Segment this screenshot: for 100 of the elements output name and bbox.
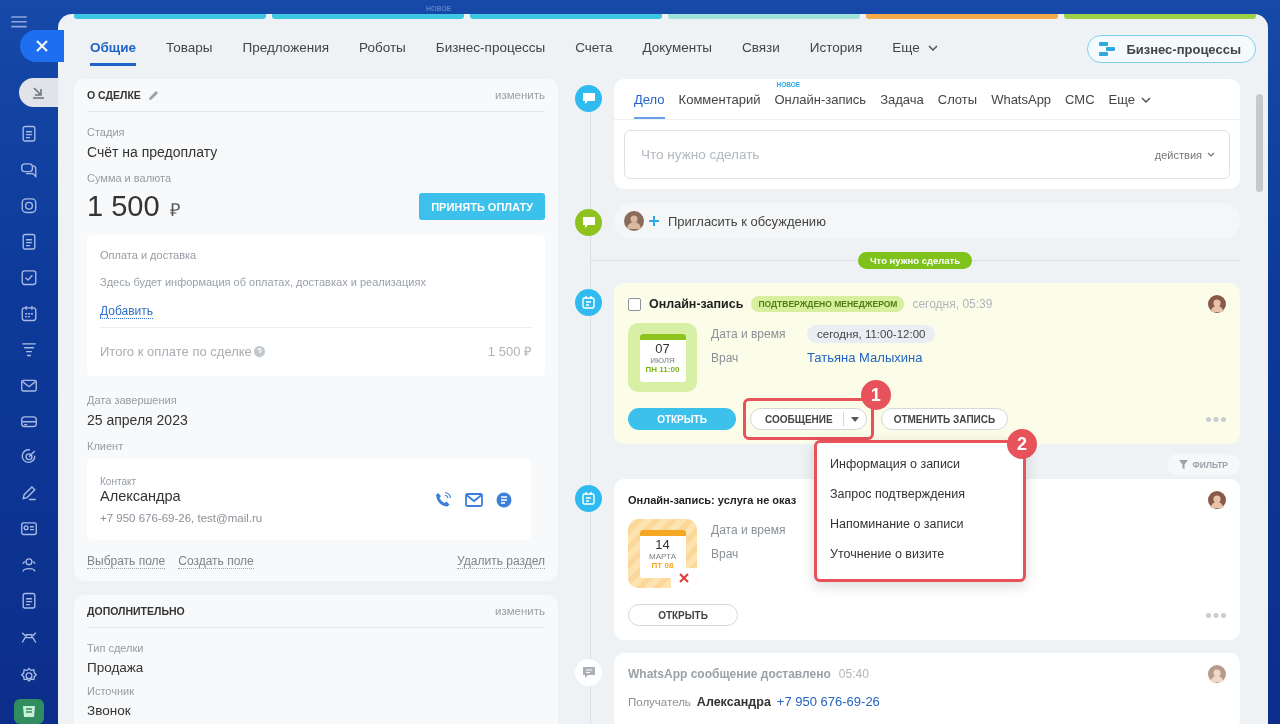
document-icon[interactable] <box>20 232 38 251</box>
phone-link[interactable]: +7 950 676-69-26 <box>776 694 880 709</box>
cancel-booking-button[interactable]: ОТМЕНИТЬ ЗАПИСЬ <box>880 408 1009 430</box>
app-icon[interactable] <box>14 698 44 724</box>
calendar-icon <box>575 289 602 316</box>
calendar-icon[interactable] <box>20 304 38 323</box>
tab[interactable]: Предложения <box>242 32 330 66</box>
field-link[interactable]: Создать поле <box>178 554 254 569</box>
caret-icon <box>850 416 859 422</box>
field-label: Тип сделки <box>87 642 145 654</box>
activity-time: 05:40 <box>838 667 869 681</box>
field-value: 25 апреля 2023 <box>87 412 189 428</box>
target-icon[interactable] <box>20 448 38 466</box>
calendar-month: МАРТА <box>648 551 677 561</box>
envelope-icon[interactable] <box>465 493 483 507</box>
tab[interactable]: История <box>809 32 863 66</box>
total-label: Итого к оплате по сделке <box>100 343 252 359</box>
menu-icon[interactable] <box>11 16 27 28</box>
status-badge: ПОДТВЕРЖДЕНО МЕНЕДЖЕРОМ <box>751 296 905 312</box>
avatar <box>1208 665 1226 683</box>
tab[interactable]: СМС <box>1065 79 1095 119</box>
menu-item[interactable]: Напоминание о записи <box>817 509 1023 539</box>
step-badge: 1 <box>860 380 891 410</box>
phone-icon[interactable] <box>434 491 452 509</box>
contact-icon[interactable] <box>20 520 38 538</box>
tab[interactable]: Слоты <box>937 79 978 119</box>
tab[interactable]: Задача <box>880 79 924 119</box>
field-label: Врач <box>711 546 740 561</box>
close-icon <box>36 40 48 52</box>
more-tab[interactable]: Еще <box>1108 79 1152 119</box>
chat-icon <box>575 209 602 236</box>
contact-name[interactable]: Александра <box>100 488 263 504</box>
field-label: Получатель <box>628 695 691 708</box>
step-badge: 2 <box>1007 429 1037 459</box>
scrollbar[interactable] <box>1256 94 1263 192</box>
document-icon[interactable] <box>20 592 38 610</box>
pencil-icon[interactable] <box>20 484 38 502</box>
field-value: Продажа <box>87 660 145 675</box>
tab[interactable]: Документы <box>642 32 713 66</box>
actions-dropdown[interactable]: действия <box>1154 148 1215 161</box>
funnel-icon[interactable] <box>20 340 38 359</box>
tab[interactable]: Связи <box>742 32 780 66</box>
caret-icon <box>1141 96 1152 103</box>
more-tab[interactable]: Еще <box>892 32 938 66</box>
avatar <box>1208 295 1226 313</box>
tab[interactable]: Дело <box>634 79 665 119</box>
tab[interactable]: WhatsApp <box>991 79 1052 119</box>
avatar <box>1208 491 1226 509</box>
arrow-icon <box>31 85 45 100</box>
doctor-link[interactable]: Татьяна Малыхина <box>807 350 923 365</box>
field-link[interactable]: Выбрать поле <box>87 554 166 569</box>
message-icon <box>575 659 602 686</box>
camera-icon[interactable] <box>20 197 38 215</box>
message-button[interactable]: СООБЩЕНИЕ <box>750 408 867 430</box>
activity-title: Онлайн-запись: услуга не оказ <box>628 494 797 506</box>
tab[interactable]: Бизнес-процессы <box>435 32 546 66</box>
people-icon[interactable] <box>20 556 38 574</box>
tab[interactable]: Комментарий <box>678 79 761 119</box>
tab[interactable]: Роботы <box>359 32 406 66</box>
document-icon[interactable] <box>20 125 38 143</box>
delete-section-link[interactable]: Удалить раздел <box>457 554 545 569</box>
collapse-button[interactable] <box>19 77 59 107</box>
calendar-day: 07 <box>639 340 686 356</box>
calendar-time: ПТ 08 <box>650 560 675 570</box>
panel-title: Оплата и доставка <box>100 249 198 261</box>
funnel-icon <box>1178 460 1188 469</box>
field-label: Дата завершения <box>87 394 178 406</box>
calendar-icon <box>575 485 602 512</box>
currency: ₽ <box>169 199 180 221</box>
invite-text: Пригласить к обсуждению <box>668 213 826 229</box>
menu-item[interactable]: Уточнение о визите <box>817 539 1023 569</box>
field-label: Клиент <box>87 440 125 452</box>
tab[interactable]: Товары <box>166 32 213 66</box>
menu-item[interactable]: Запрос подтверждения <box>817 479 1023 509</box>
close-button[interactable] <box>20 30 64 62</box>
flowchart-icon <box>1098 41 1117 57</box>
recipient-name: Александра <box>696 694 771 709</box>
amount: 1 500 <box>87 190 160 223</box>
checkbox[interactable] <box>628 297 641 311</box>
add-link[interactable]: Добавить <box>100 304 154 319</box>
invite-bar[interactable]: Пригласить к обсуждению <box>614 203 1240 239</box>
field-label: Дата и время <box>711 522 787 537</box>
field-value: Счёт на предоплату <box>87 144 219 160</box>
contact-details: +7 950 676-69-26, test@mail.ru <box>100 512 263 524</box>
todo-input[interactable]: Что нужно сделать действия <box>624 130 1230 179</box>
chat-icon[interactable] <box>496 492 512 508</box>
open-button[interactable]: ОТКРЫТЬ <box>628 604 738 626</box>
field-label: Источник <box>87 685 135 697</box>
section-title: ДОПОЛНИТЕЛЬНО <box>87 605 185 617</box>
tab[interactable]: Счета <box>575 32 613 66</box>
field-label: Сумма и валюта <box>87 172 173 184</box>
chat-icon[interactable] <box>20 161 38 179</box>
checkbox-icon[interactable] <box>20 268 38 287</box>
tab[interactable]: Общие <box>90 32 137 66</box>
total-amount: 1 500 ₽ <box>487 343 532 360</box>
chat-icon <box>575 85 602 112</box>
field-value: Звонок <box>87 703 132 718</box>
business-process-button[interactable]: Бизнес-процессы <box>1087 35 1256 63</box>
contact-label: Контакт <box>100 476 137 487</box>
section-title: О СДЕЛКЕ <box>87 89 141 101</box>
